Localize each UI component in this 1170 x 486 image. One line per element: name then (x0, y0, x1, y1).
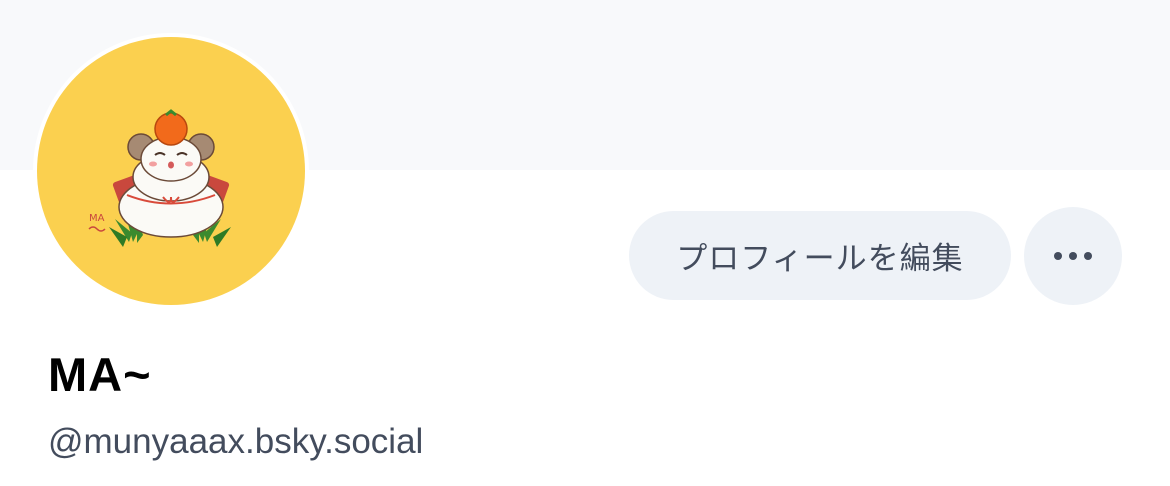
avatar[interactable]: MA (33, 33, 309, 309)
more-options-button[interactable] (1024, 207, 1122, 305)
display-name: MA~ (48, 348, 152, 401)
edit-profile-label: プロフィールを編集 (676, 241, 964, 277)
profile-handle[interactable]: @munyaaax.bsky.social (48, 418, 423, 466)
avatar-image: MA (37, 37, 305, 305)
profile-header: MA プロフィールを編集 MA~ @munyaaax.bsky.social (0, 0, 1170, 486)
avatar-signature: MA (89, 213, 105, 224)
ellipsis-icon (1054, 252, 1092, 260)
edit-profile-button[interactable]: プロフィールを編集 (629, 211, 1011, 300)
